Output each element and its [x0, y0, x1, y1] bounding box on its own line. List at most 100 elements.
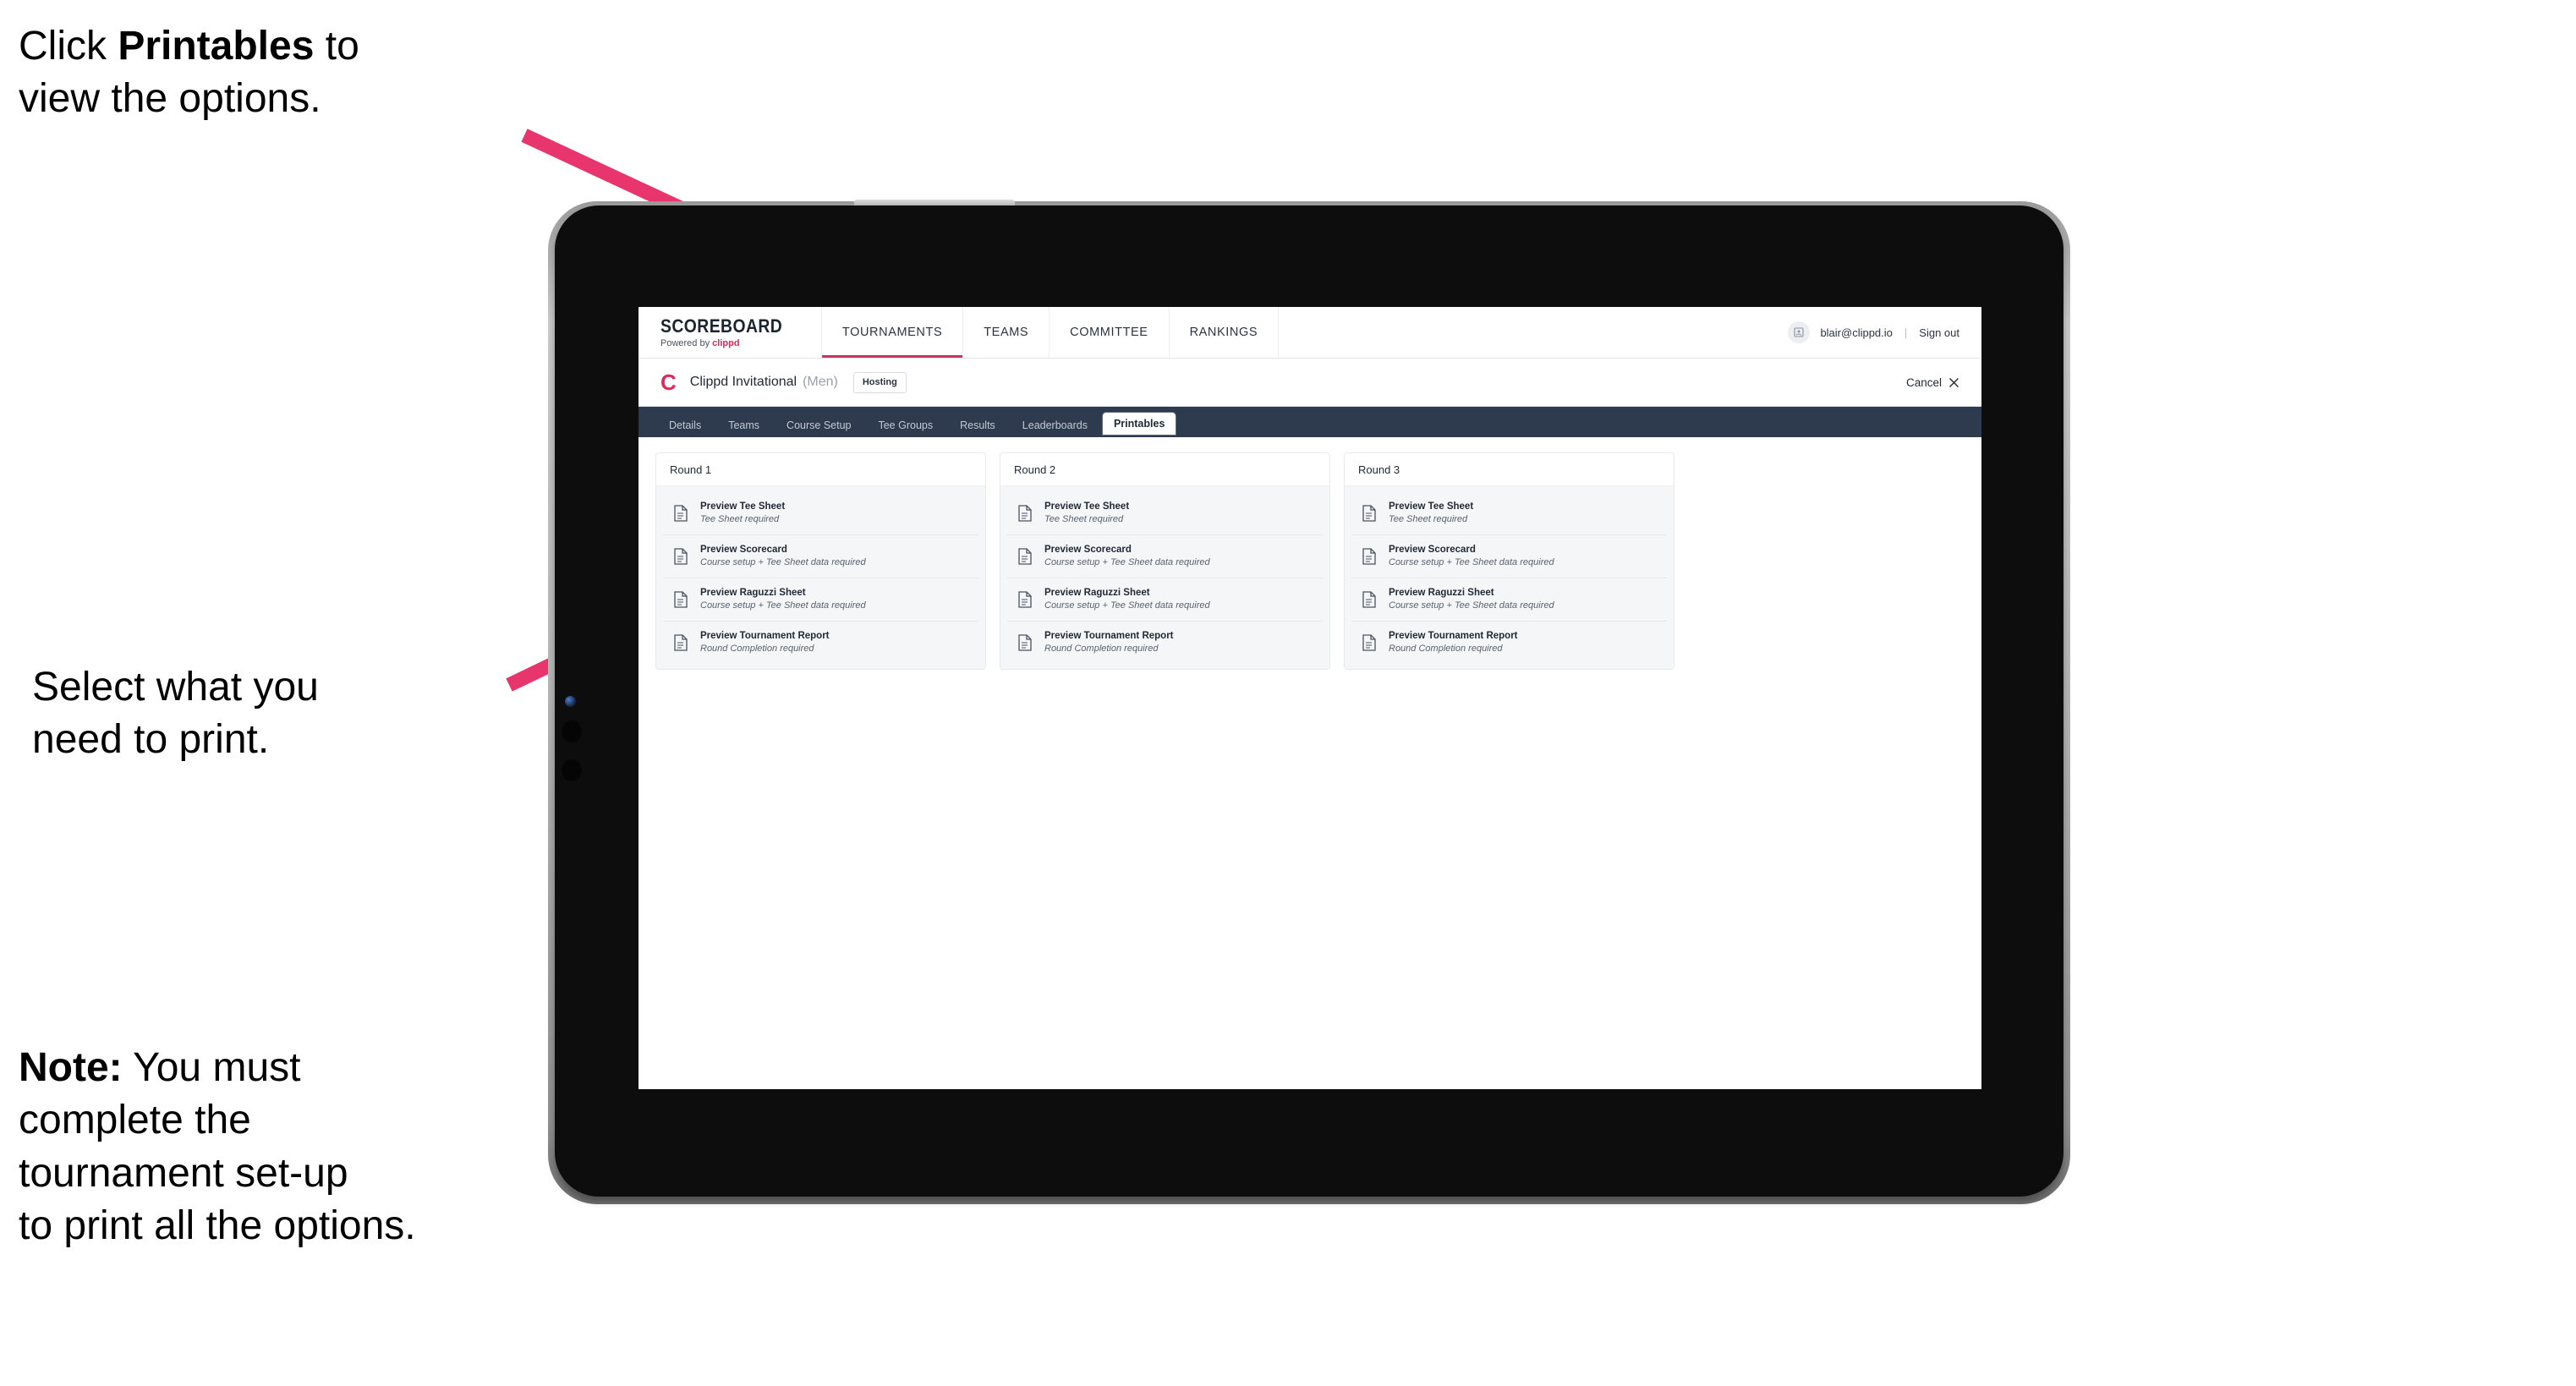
list-item[interactable]: Preview Tee Sheet Tee Sheet required: [1007, 492, 1323, 535]
list-item-subtitle: Tee Sheet required: [1044, 514, 1124, 525]
list-item-subtitle: Round Completion required: [1044, 643, 1159, 654]
tournament-name: Clippd Invitational: [689, 375, 797, 389]
document-icon: [1360, 633, 1378, 652]
document-icon: [671, 547, 690, 566]
round-title: Round 1: [656, 453, 985, 486]
nav-item-committee-label: COMMITTEE: [1070, 326, 1148, 339]
tablet-volume-up-button[interactable]: [562, 720, 582, 742]
list-item[interactable]: Preview Scorecard Course setup + Tee Shee…: [1007, 534, 1323, 578]
printables-content: Round 1 Preview Tee Sheet Tee Sheet requi…: [639, 437, 1981, 686]
tab-teams-label: Teams: [728, 419, 760, 431]
brand-powered-prefix: Powered by: [660, 337, 713, 348]
annotation-click-bold: Printables: [118, 24, 315, 68]
tab-course-setup-label: Course Setup: [787, 419, 852, 431]
clippd-logo-icon: C: [660, 370, 677, 395]
list-item[interactable]: Preview Raguzzi Sheet Course setup + Tee …: [1351, 578, 1667, 622]
list-item-title: Preview Raguzzi Sheet: [700, 587, 806, 598]
annotation-click-printables: Click Printables to view the options.: [19, 20, 560, 126]
round-column: Round 2 Preview Tee Sheet Tee Sheet requi…: [1000, 452, 1330, 671]
nav-item-teams[interactable]: TEAMS: [963, 307, 1050, 358]
list-item-title: Preview Scorecard: [1044, 544, 1132, 555]
brand-clippd-name: clippd: [712, 337, 740, 348]
hosting-badge[interactable]: Hosting: [852, 371, 907, 393]
tournament-gender: (Men): [803, 375, 838, 389]
user-email: blair@clippd.io: [1820, 326, 1893, 339]
tab-teams[interactable]: Teams: [716, 414, 771, 437]
list-item-subtitle: Course setup + Tee Sheet data required: [1044, 600, 1210, 611]
round-items-list: Preview Tee Sheet Tee Sheet required Prev…: [1345, 486, 1674, 670]
tab-results-label: Results: [960, 419, 995, 431]
nav-item-rankings-label: RANKINGS: [1189, 326, 1258, 339]
list-item-subtitle: Round Completion required: [700, 643, 814, 654]
brand-title: SCOREBOARD: [660, 315, 783, 337]
cancel-button[interactable]: Cancel: [1906, 376, 1959, 389]
annotation-click-pre: Click: [19, 24, 118, 68]
list-item-subtitle: Course setup + Tee Sheet data required: [1389, 557, 1554, 568]
close-icon: [1949, 377, 1959, 387]
list-item-title: Preview Tournament Report: [1044, 630, 1174, 641]
list-item[interactable]: Preview Tournament Report Round Completio…: [1007, 621, 1323, 664]
cancel-label: Cancel: [1905, 375, 1942, 389]
app-screen: SCOREBOARD Powered by clippd TOURNAMENTS…: [639, 307, 1981, 1089]
document-icon: [1360, 590, 1378, 609]
round-title: Round 3: [1345, 453, 1674, 486]
list-item-subtitle: Tee Sheet required: [700, 514, 780, 525]
tab-printables[interactable]: Printables: [1102, 413, 1176, 435]
round-items-list: Preview Tee Sheet Tee Sheet required Prev…: [656, 486, 985, 670]
list-item[interactable]: Preview Tournament Report Round Completio…: [663, 621, 978, 664]
document-icon: [1016, 547, 1034, 566]
tab-printables-label: Printables: [1113, 418, 1165, 430]
list-item-title: Preview Tournament Report: [1389, 630, 1518, 641]
user-avatar-icon[interactable]: [1788, 321, 1811, 343]
tab-results[interactable]: Results: [948, 414, 1007, 437]
brand-logo[interactable]: SCOREBOARD Powered by clippd: [639, 307, 822, 358]
list-item[interactable]: Preview Tee Sheet Tee Sheet required: [1351, 492, 1667, 535]
list-item[interactable]: Preview Tournament Report Round Completio…: [1351, 621, 1667, 664]
round-items-list: Preview Tee Sheet Tee Sheet required Prev…: [1000, 486, 1329, 670]
list-item-title: Preview Tee Sheet: [1044, 501, 1130, 512]
list-item-subtitle: Course setup + Tee Sheet data required: [700, 557, 866, 568]
document-icon: [1360, 547, 1378, 566]
list-item[interactable]: Preview Scorecard Course setup + Tee Shee…: [1351, 534, 1667, 578]
list-item[interactable]: Preview Tee Sheet Tee Sheet required: [663, 492, 978, 535]
document-icon: [1360, 504, 1378, 523]
document-icon: [671, 590, 690, 609]
nav-item-rankings[interactable]: RANKINGS: [1170, 307, 1280, 358]
brand-subtitle: Powered by clippd: [660, 338, 799, 348]
list-item[interactable]: Preview Scorecard Course setup + Tee Shee…: [663, 534, 978, 578]
list-item-subtitle: Course setup + Tee Sheet data required: [1389, 600, 1554, 611]
tablet-camera-icon: [565, 696, 576, 707]
sign-out-link[interactable]: Sign out: [1919, 326, 1959, 339]
list-item-title: Preview Tee Sheet: [700, 501, 786, 512]
document-icon: [1016, 504, 1034, 523]
tablet-volume-down-button[interactable]: [562, 759, 582, 781]
tab-course-setup[interactable]: Course Setup: [775, 414, 863, 437]
annotation-select-print: Select what you need to print.: [32, 665, 319, 763]
round-column: Round 1 Preview Tee Sheet Tee Sheet requi…: [655, 452, 986, 671]
nav-item-committee[interactable]: COMMITTEE: [1050, 307, 1170, 358]
list-item[interactable]: Preview Raguzzi Sheet Course setup + Tee …: [1007, 578, 1323, 622]
list-item-subtitle: Tee Sheet required: [1389, 514, 1468, 525]
tab-tee-groups[interactable]: Tee Groups: [866, 414, 945, 437]
nav-item-tournaments[interactable]: TOURNAMENTS: [821, 307, 964, 358]
list-item-subtitle: Course setup + Tee Sheet data required: [700, 600, 866, 611]
list-item-title: Preview Scorecard: [700, 544, 787, 555]
tab-details[interactable]: Details: [657, 414, 713, 437]
list-item-title: Preview Scorecard: [1389, 544, 1476, 555]
list-item-subtitle: Round Completion required: [1389, 643, 1503, 654]
list-item-title: Preview Tournament Report: [700, 630, 830, 641]
round-title: Round 2: [1000, 453, 1329, 486]
list-item-title: Preview Tee Sheet: [1389, 501, 1474, 512]
list-item-subtitle: Course setup + Tee Sheet data required: [1044, 557, 1210, 568]
user-account-area: blair@clippd.io | Sign out: [1788, 307, 1981, 358]
tournament-header-bar: C Clippd Invitational (Men) Hosting Canc…: [639, 359, 1981, 407]
tab-details-label: Details: [669, 419, 702, 431]
list-item-title: Preview Raguzzi Sheet: [1044, 587, 1150, 598]
section-tab-bar: Details Teams Course Setup Tee Groups Re…: [639, 407, 1981, 437]
tab-leaderboards[interactable]: Leaderboards: [1011, 414, 1099, 437]
list-item[interactable]: Preview Raguzzi Sheet Course setup + Tee …: [663, 578, 978, 622]
tab-leaderboards-label: Leaderboards: [1022, 419, 1088, 431]
document-icon: [671, 633, 690, 652]
document-icon: [1016, 633, 1034, 652]
